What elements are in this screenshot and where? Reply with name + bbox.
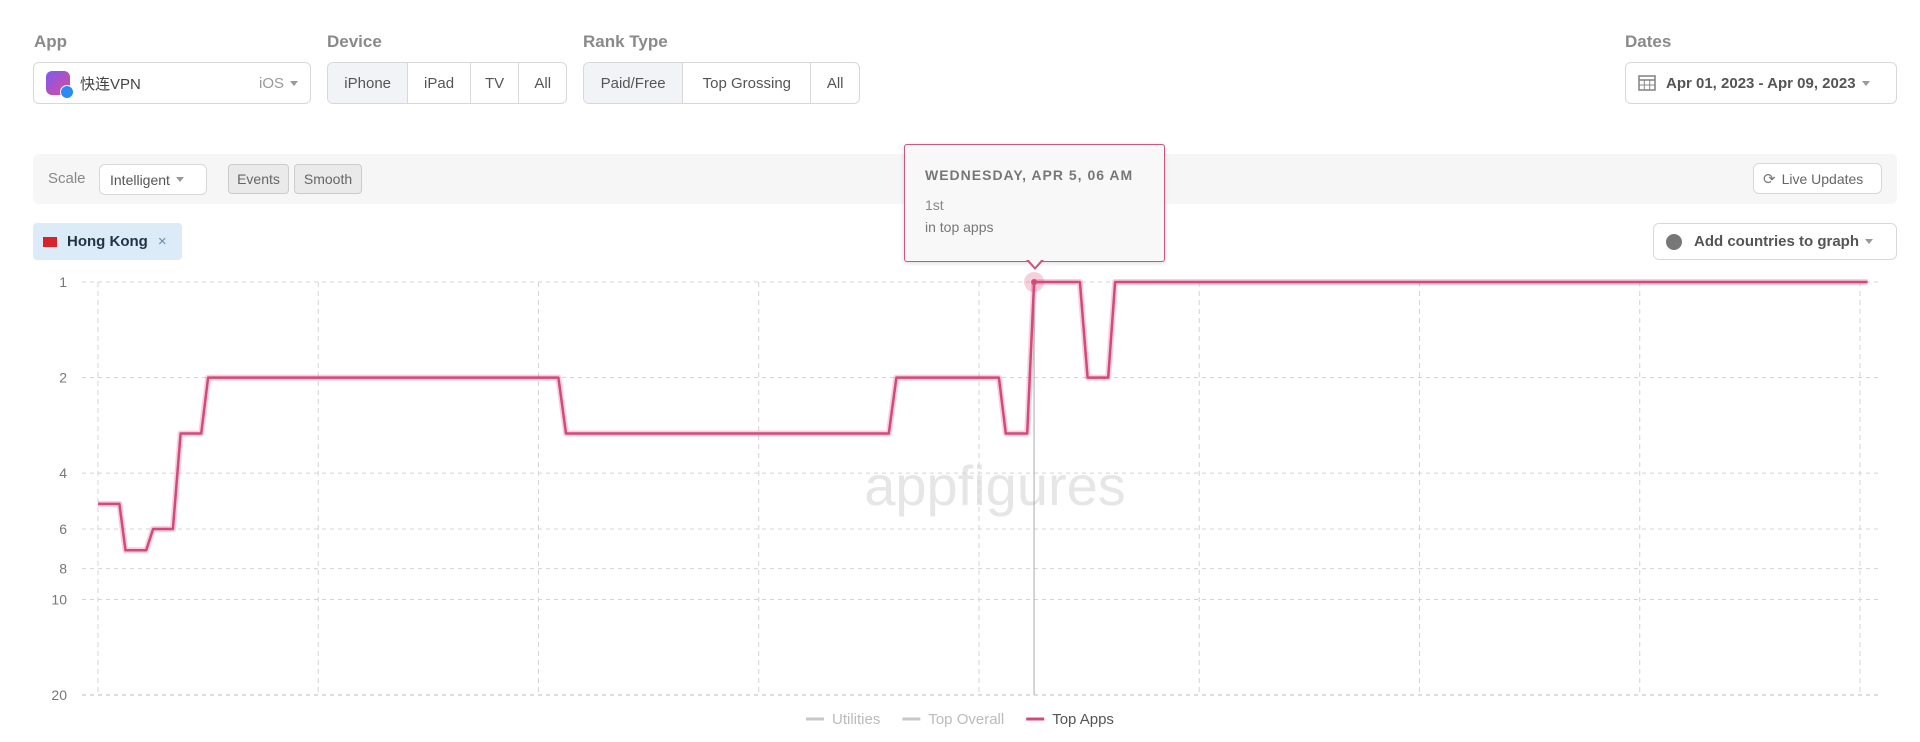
watermark: appfigures	[864, 454, 1126, 517]
tooltip-subtitle: in top apps	[925, 219, 994, 235]
tooltip-title: WEDNESDAY, APR 5, 06 AM	[925, 167, 1134, 183]
y-tick-label: 20	[51, 687, 67, 703]
chart-tooltip: WEDNESDAY, APR 5, 06 AM 1st in top apps	[904, 144, 1165, 262]
tooltip-arrow-fill	[1028, 259, 1042, 267]
y-tick-label: 1	[59, 274, 67, 290]
y-tick-label: 2	[59, 370, 67, 386]
legend-item[interactable]: Top Overall	[928, 711, 1004, 728]
tooltip-rank: 1st	[925, 197, 944, 213]
legend-item[interactable]: Top Apps	[1052, 711, 1114, 728]
y-tick-label: 8	[59, 561, 67, 577]
rank-chart[interactable]: appfigures 1 2 4 6 8 10 20 Utilities Top Overall T…	[0, 0, 1920, 742]
y-tick-label: 4	[59, 465, 67, 481]
legend-item[interactable]: Utilities	[832, 711, 880, 728]
y-tick-label: 10	[51, 591, 67, 607]
y-tick-label: 6	[59, 521, 67, 537]
hover-marker	[1031, 279, 1038, 285]
